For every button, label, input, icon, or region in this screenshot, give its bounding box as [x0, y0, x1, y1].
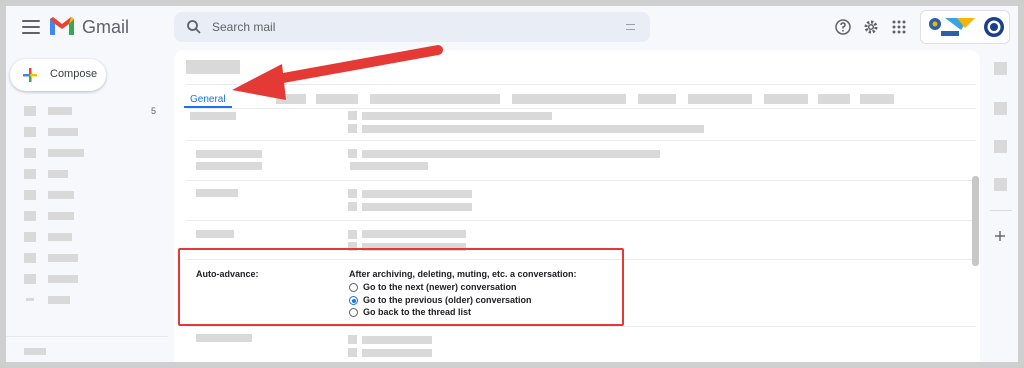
setting-control[interactable] [348, 335, 357, 344]
setting-option-text [362, 349, 432, 357]
setting-control[interactable] [348, 202, 357, 211]
side-panel-divider [990, 210, 1012, 211]
setting-option-text [350, 162, 428, 170]
help-icon[interactable] [834, 18, 852, 36]
account-chip[interactable] [920, 10, 1010, 44]
setting-row-divider [186, 220, 976, 221]
side-panel [982, 50, 1018, 362]
setting-option-text [362, 336, 432, 344]
sidebar-item-label[interactable] [48, 254, 78, 262]
side-panel-app-icon[interactable] [994, 62, 1007, 75]
sidebar-item-label[interactable] [48, 233, 72, 241]
sidebar-item-label[interactable] [48, 296, 70, 304]
menu-icon[interactable] [22, 20, 40, 34]
sidebar-item-icon[interactable] [24, 211, 36, 221]
sidebar-item-icon[interactable] [24, 106, 36, 116]
side-panel-app-icon[interactable] [994, 178, 1007, 191]
sidebar-item-icon[interactable] [24, 274, 36, 284]
setting-control[interactable] [348, 111, 357, 120]
sidebar-item-icon[interactable] [24, 148, 36, 158]
sidebar-item-label[interactable] [48, 212, 74, 220]
add-addon-plus-icon[interactable] [994, 230, 1006, 242]
setting-control[interactable] [348, 230, 357, 239]
setting-option-text [362, 230, 466, 238]
tab-placeholder[interactable] [818, 94, 850, 104]
search-input[interactable]: Search mail [212, 20, 275, 34]
sidebar-item-label[interactable] [48, 149, 84, 157]
gear-icon[interactable] [862, 18, 880, 36]
setting-option-text [362, 150, 660, 158]
sidebar-item-icon[interactable] [24, 232, 36, 242]
sidebar-item-icon[interactable] [24, 127, 36, 137]
setting-label [196, 230, 234, 238]
setting-option-text [362, 112, 552, 120]
tab-placeholder[interactable] [860, 94, 894, 104]
sidebar-section-label[interactable] [24, 348, 46, 355]
setting-label [196, 334, 252, 342]
compose-button[interactable]: Compose [10, 59, 106, 91]
setting-label [196, 150, 262, 158]
sidebar-item-icon[interactable] [24, 253, 36, 263]
search-bar[interactable]: Search mail [174, 12, 650, 42]
search-icon[interactable] [186, 19, 202, 35]
tab-general[interactable]: General [190, 94, 226, 105]
side-panel-app-icon[interactable] [994, 102, 1007, 115]
compose-label: Compose [50, 68, 98, 80]
scrollbar-thumb[interactable] [972, 176, 979, 266]
setting-label [196, 189, 238, 197]
tab-placeholder[interactable] [638, 94, 676, 104]
filter-icon[interactable] [626, 24, 635, 30]
setting-row-divider [186, 140, 976, 141]
plus-icon [23, 68, 37, 82]
gmail-window: Gmail Search mail Compose 5 General Auto… [6, 6, 1018, 362]
setting-control[interactable] [348, 189, 357, 198]
sidebar-divider [6, 336, 168, 337]
setting-control[interactable] [348, 149, 357, 158]
setting-row-divider [186, 180, 976, 181]
sidebar-item-label[interactable] [48, 191, 74, 199]
sidebar-item-label[interactable] [48, 170, 68, 178]
sidebar-item-label[interactable] [48, 107, 72, 115]
highlight-box [178, 248, 624, 326]
tab-placeholder[interactable] [764, 94, 808, 104]
sidebar-item-icon[interactable] [24, 169, 36, 179]
side-panel-app-icon[interactable] [994, 140, 1007, 153]
arrow-annotation [232, 45, 443, 100]
avatar[interactable] [983, 16, 1005, 38]
sidebar-more-icon[interactable] [26, 298, 34, 301]
apps-icon[interactable] [890, 18, 908, 36]
setting-control[interactable] [348, 348, 357, 357]
tab-placeholder[interactable] [512, 94, 626, 104]
organization-logo [929, 18, 975, 36]
setting-option-text [362, 203, 472, 211]
setting-label [190, 112, 236, 120]
setting-label [196, 162, 262, 170]
setting-option-text [362, 125, 704, 133]
setting-row-divider [186, 326, 976, 327]
sidebar-item-label[interactable] [48, 275, 78, 283]
sidebar-item-label[interactable] [48, 128, 78, 136]
sidebar-item-icon[interactable] [24, 190, 36, 200]
sidebar-item-count: 5 [151, 106, 157, 116]
setting-control[interactable] [348, 124, 357, 133]
gmail-brand-text: Gmail [82, 17, 130, 37]
gmail-logo[interactable] [48, 14, 76, 38]
tab-placeholder[interactable] [688, 94, 752, 104]
setting-option-text [362, 190, 472, 198]
